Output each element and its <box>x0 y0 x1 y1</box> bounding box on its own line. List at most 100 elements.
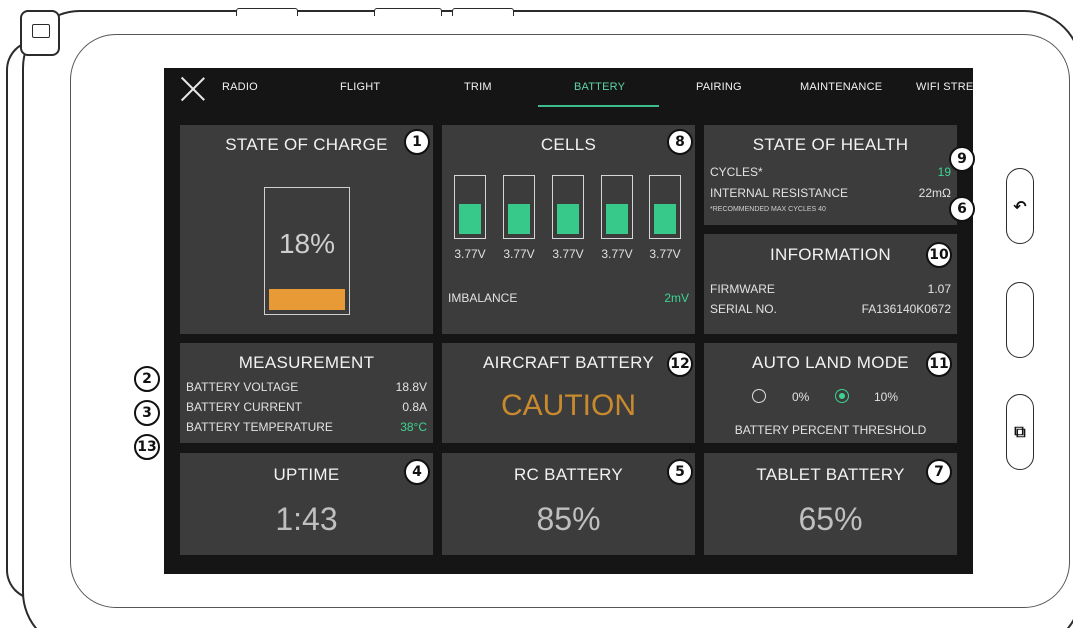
cell-3-voltage: 3.77V <box>552 247 584 261</box>
recent-apps-button[interactable]: ⧉ <box>1006 394 1034 470</box>
state-of-health-title: STATE OF HEALTH <box>752 135 909 154</box>
voltage-label: BATTERY VOLTAGE <box>186 380 299 394</box>
tab-maintenance[interactable]: MAINTENANCE <box>800 81 882 93</box>
cell-fill <box>459 204 481 234</box>
cell-3 <box>552 175 584 239</box>
callout-9: 9 <box>949 146 975 172</box>
callout-11: 11 <box>926 351 952 377</box>
cell-fill <box>508 204 530 234</box>
callout-1: 1 <box>404 129 430 155</box>
firmware-label: FIRMWARE <box>710 282 775 296</box>
rc-battery-title: RC BATTERY <box>513 465 624 484</box>
serial-value: FA136140K0672 <box>861 302 951 316</box>
cycles-value: 19 <box>937 165 951 179</box>
aircraft-battery-panel: AIRCRAFT BATTERY CAUTION <box>442 343 695 443</box>
callout-13: 13 <box>134 434 160 460</box>
tablet-port-slot <box>32 24 50 38</box>
cell-4 <box>601 175 633 239</box>
tab-radio[interactable]: RADIO <box>222 81 258 93</box>
current-row: BATTERY CURRENT 0.8A <box>186 400 427 414</box>
copy-icon: ⧉ <box>1014 422 1026 441</box>
serial-row: SERIAL NO. FA136140K0672 <box>710 302 951 316</box>
callout-5: 5 <box>667 459 693 485</box>
cell-fill <box>606 204 628 234</box>
tab-wifi-stream[interactable]: WIFI STREA <box>916 81 973 93</box>
back-arrow-icon: ↶ <box>1013 196 1027 216</box>
tablet-top-button-2 <box>374 8 442 16</box>
tab-trim[interactable]: TRIM <box>464 81 492 93</box>
home-button[interactable] <box>1006 282 1034 358</box>
measurement-panel: MEASUREMENT BATTERY VOLTAGE 18.8V BATTER… <box>180 343 433 443</box>
auto-land-panel: AUTO LAND MODE 0% 10% BATTERY PERCENT TH… <box>704 343 957 443</box>
cycles-row: CYCLES* 19 <box>710 165 951 179</box>
serial-label: SERIAL NO. <box>710 302 777 316</box>
resistance-row: INTERNAL RESISTANCE 22mΩ <box>710 186 951 200</box>
imbalance-row: IMBALANCE 2mV <box>448 291 689 305</box>
cell-fill <box>557 204 579 234</box>
close-icon[interactable] <box>180 76 206 102</box>
cycles-label: CYCLES* <box>710 165 763 179</box>
cell-5-voltage: 3.77V <box>649 247 681 261</box>
battery-gauge-fill <box>269 289 345 310</box>
cell-4-voltage: 3.77V <box>601 247 633 261</box>
rc-battery-value: 85% <box>536 501 601 537</box>
callout-7: 7 <box>926 459 952 485</box>
active-tab-indicator <box>538 105 659 107</box>
callout-2: 2 <box>134 366 160 392</box>
state-of-charge-panel: STATE OF CHARGE 18% <box>180 125 433 334</box>
auto-land-radio-10[interactable] <box>835 389 849 403</box>
resistance-value: 22mΩ <box>918 186 951 200</box>
aircraft-battery-status: CAUTION <box>501 389 636 422</box>
battery-gauge: 18% <box>264 187 350 315</box>
callout-6: 6 <box>949 196 975 222</box>
cycles-footnote: *RECOMMENDED MAX CYCLES 40 <box>710 206 826 213</box>
cells-title: CELLS <box>540 135 597 154</box>
tab-bar: RADIO FLIGHT TRIM BATTERY PAIRING MAINTE… <box>164 68 973 112</box>
tab-flight[interactable]: FLIGHT <box>340 81 380 93</box>
rc-battery-panel: RC BATTERY 85% <box>442 453 695 555</box>
app-screen: RADIO FLIGHT TRIM BATTERY PAIRING MAINTE… <box>164 68 973 574</box>
callout-3: 3 <box>134 400 160 426</box>
tab-pairing[interactable]: PAIRING <box>696 81 742 93</box>
cell-2-voltage: 3.77V <box>503 247 535 261</box>
back-button[interactable]: ↶ <box>1006 168 1034 244</box>
tablet-battery-panel: TABLET BATTERY 65% <box>704 453 957 555</box>
temperature-label: BATTERY TEMPERATURE <box>186 420 333 434</box>
imbalance-label: IMBALANCE <box>448 291 518 305</box>
tablet-top-button-3 <box>452 8 514 16</box>
cell-5 <box>649 175 681 239</box>
auto-land-radio-0[interactable] <box>752 389 766 403</box>
auto-land-option-10: 10% <box>874 390 899 404</box>
auto-land-title: AUTO LAND MODE <box>752 353 909 372</box>
temperature-row: BATTERY TEMPERATURE 38°C <box>186 420 427 434</box>
cells-panel: CELLS 3.77V 3.77V 3.77V 3.77V 3.77V IMBA… <box>442 125 695 334</box>
aircraft-battery-title: AIRCRAFT BATTERY <box>482 353 655 372</box>
imbalance-value: 2mV <box>664 291 689 305</box>
callout-4: 4 <box>404 459 430 485</box>
voltage-value: 18.8V <box>395 380 427 394</box>
measurement-title: MEASUREMENT <box>238 353 375 372</box>
cell-2 <box>503 175 535 239</box>
uptime-value: 1:43 <box>275 501 338 537</box>
information-panel: INFORMATION FIRMWARE 1.07 SERIAL NO. FA1… <box>704 234 957 334</box>
tab-battery[interactable]: BATTERY <box>574 81 625 93</box>
state-of-charge-title: STATE OF CHARGE <box>225 135 388 154</box>
auto-land-caption: BATTERY PERCENT THRESHOLD <box>734 423 927 437</box>
callout-10: 10 <box>926 242 952 268</box>
state-of-charge-value: 18% <box>278 228 336 259</box>
firmware-value: 1.07 <box>927 282 951 296</box>
cell-1 <box>454 175 486 239</box>
voltage-row: BATTERY VOLTAGE 18.8V <box>186 380 427 394</box>
cell-fill <box>654 204 676 234</box>
tablet-battery-value: 65% <box>798 501 863 537</box>
tablet-battery-title: TABLET BATTERY <box>756 465 905 484</box>
uptime-panel: UPTIME 1:43 <box>180 453 433 555</box>
callout-8: 8 <box>667 129 693 155</box>
information-title: INFORMATION <box>769 245 892 264</box>
current-value: 0.8A <box>402 400 427 414</box>
resistance-label: INTERNAL RESISTANCE <box>710 186 849 200</box>
firmware-row: FIRMWARE 1.07 <box>710 282 951 296</box>
auto-land-option-0: 0% <box>792 390 810 404</box>
temperature-value: 38°C <box>400 420 427 434</box>
tablet-top-button-1 <box>236 8 298 16</box>
